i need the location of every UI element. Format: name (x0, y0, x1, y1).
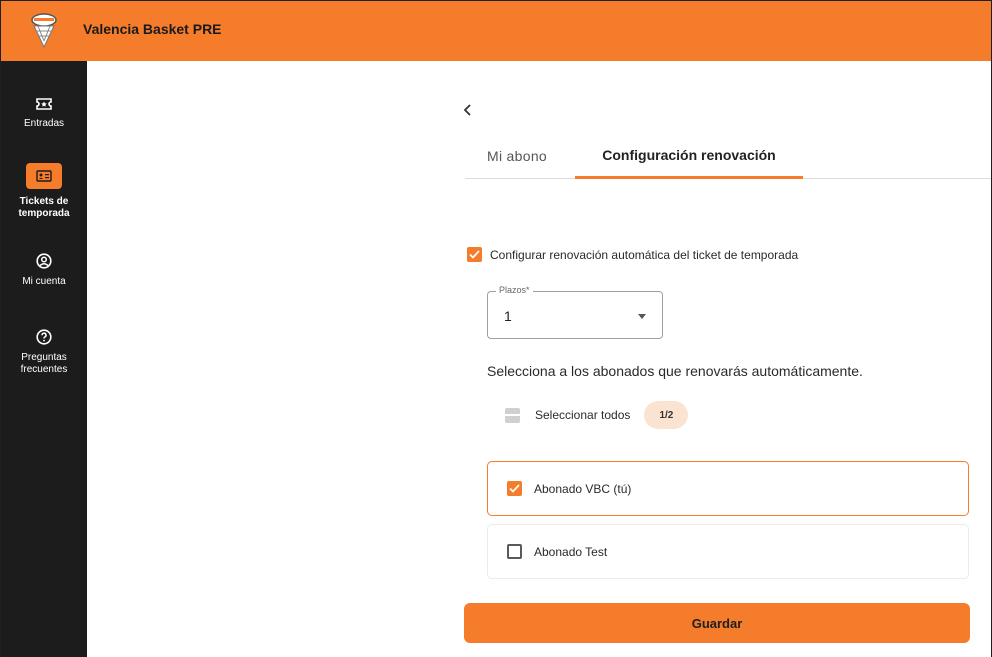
sidebar-item-tickets-temporada[interactable]: Tickets de temporada (1, 163, 87, 220)
check-icon (469, 250, 480, 259)
sidebar-item-label: Preguntas frecuentes (20, 352, 68, 375)
dropdown-arrow-icon (638, 314, 646, 319)
sidebar: Entradas Tickets de temporada Mi cuenta … (1, 61, 87, 657)
sidebar-item-label: Tickets de temporada (18, 196, 70, 219)
plazos-select[interactable]: Plazos* 1 (487, 285, 663, 339)
auto-renewal-row: Configurar renovación automática del tic… (467, 247, 798, 262)
subscriber-checkbox[interactable] (507, 481, 522, 496)
ticket-icon (36, 98, 52, 110)
select-all-row: Seleccionar todos 1/2 (505, 401, 689, 429)
help-circle-icon (36, 329, 52, 345)
subscriber-label: Abonado Test (534, 544, 608, 559)
subscriber-option[interactable]: Abonado Test (487, 524, 969, 579)
sidebar-item-entradas[interactable]: Entradas (1, 97, 87, 130)
app-window: Valencia Basket PRE Entradas Tickets de … (0, 0, 992, 657)
indeterminate-mark-icon (505, 414, 520, 416)
save-button[interactable]: Guardar (464, 603, 970, 643)
id-card-icon (36, 170, 52, 182)
auto-renewal-checkbox[interactable] (467, 247, 482, 262)
tab-bar: Mi abono Configuración renovación (465, 133, 991, 179)
plazos-label: Plazos* (496, 285, 533, 295)
sidebar-item-label: Mi cuenta (22, 276, 66, 287)
select-all-label: Seleccionar todos (535, 408, 631, 422)
tab-mi-abono[interactable]: Mi abono (487, 133, 547, 179)
main-content: Mi abono Configuración renovación Config… (87, 61, 991, 657)
subscriber-checkbox[interactable] (507, 544, 522, 559)
sidebar-item-preguntas-frecuentes[interactable]: Preguntas frecuentes (1, 329, 87, 376)
sidebar-item-mi-cuenta[interactable]: Mi cuenta (1, 253, 87, 288)
instruction-text: Selecciona a los abonados que renovarás … (487, 363, 863, 379)
plazos-value: 1 (504, 308, 512, 324)
subscriber-option[interactable]: Abonado VBC (tú) (487, 461, 969, 516)
check-icon (509, 484, 520, 493)
app-title: Valencia Basket PRE (83, 21, 222, 37)
tab-configuracion-renovacion[interactable]: Configuración renovación (575, 133, 803, 179)
basketball-logo-icon[interactable] (29, 13, 59, 49)
selection-count-badge: 1/2 (644, 401, 689, 429)
top-bar: Valencia Basket PRE (1, 1, 991, 61)
back-arrow-icon[interactable] (461, 103, 475, 117)
account-circle-icon (36, 253, 52, 269)
sidebar-item-label: Entradas (23, 118, 65, 129)
auto-renewal-label: Configurar renovación automática del tic… (490, 247, 799, 262)
subscriber-label: Abonado VBC (tú) (534, 481, 632, 496)
select-all-checkbox[interactable] (505, 407, 520, 423)
active-indicator (26, 163, 62, 189)
